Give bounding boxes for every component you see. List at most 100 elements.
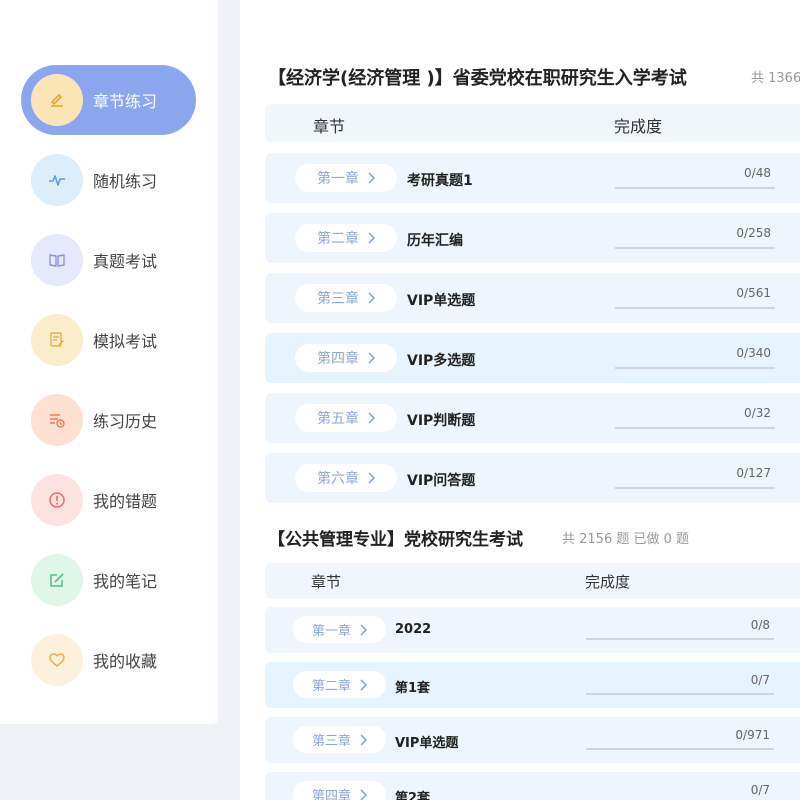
progress-count: 0/561 [736, 286, 771, 300]
chapter-row[interactable]: 第四章 VIP多选题 0/340 [265, 333, 800, 383]
chapter-row[interactable]: 第五章 VIP判断题 0/32 [265, 393, 800, 443]
row-title: VIP单选题 [407, 293, 476, 309]
sidebar-item-label: 随机练习 [93, 172, 158, 191]
chapter-button[interactable]: 第二章 [293, 671, 386, 698]
progress-bar [615, 487, 775, 489]
sidebar-item-label: 模拟考试 [93, 332, 158, 351]
sidebar-item-chapter-practice[interactable]: 章节练习 [21, 65, 196, 135]
chapter-row[interactable]: 第三章 VIP单选题 0/561 [265, 273, 800, 323]
sidebar-item-history[interactable]: 练习历史 [21, 385, 196, 455]
chapter-label: 第二章 [311, 679, 351, 694]
progress-count: 0/7 [750, 783, 770, 797]
progress-count: 0/48 [744, 166, 771, 180]
row-title: VIP判断题 [407, 413, 476, 429]
section-title: 【公共管理专业】党校研究生考试 [268, 530, 523, 550]
progress-count: 0/8 [750, 618, 770, 632]
sidebar-item-label: 练习历史 [93, 412, 158, 431]
chapter-button[interactable]: 第四章 [295, 344, 397, 372]
progress-count: 0/32 [744, 406, 771, 420]
progress-bar [586, 638, 774, 640]
table-header: 章节 完成度 [265, 563, 800, 599]
chevron-right-icon [360, 678, 367, 691]
chapter-label: 第四章 [311, 789, 351, 800]
sidebar-item-notes[interactable]: 我的笔记 [21, 545, 196, 615]
pencil-icon [31, 74, 83, 126]
section-title: 【经济学(经济管理 )】省委党校在职研究生入学考试 [268, 68, 687, 89]
progress-bar [615, 427, 775, 429]
chevron-right-icon [360, 623, 367, 636]
chevron-right-icon [368, 172, 375, 184]
row-title: 考研真题1 [407, 173, 473, 189]
sidebar-item-mock-exam[interactable]: 模拟考试 [21, 305, 196, 375]
chevron-right-icon [368, 232, 375, 244]
chapter-label: 第二章 [317, 231, 359, 247]
sidebar-item-label: 真题考试 [93, 252, 158, 271]
progress-bar [615, 247, 775, 249]
chapter-row[interactable]: 第一章 考研真题1 0/48 [265, 153, 800, 203]
sidebar: 章节练习 随机练习 真题考试 模拟考试 练习历史 我的错题 我的笔记 我的收藏 [0, 0, 218, 724]
column-header-progress: 完成度 [614, 117, 663, 136]
progress-bar [586, 748, 774, 750]
book-icon [31, 234, 83, 286]
chapter-row[interactable]: 第六章 VIP问答题 0/127 [265, 453, 800, 503]
row-title: VIP单选题 [395, 736, 459, 751]
column-header-chapter: 章节 [313, 117, 346, 136]
chapter-label: 第三章 [311, 734, 351, 749]
chevron-right-icon [368, 292, 375, 304]
chapter-row[interactable]: 第一章 2022 0/8 [265, 607, 800, 653]
chevron-right-icon [368, 352, 375, 364]
heart-icon [31, 634, 83, 686]
progress-count: 0/258 [736, 226, 771, 240]
progress-bar [615, 187, 775, 189]
warning-icon [31, 474, 83, 526]
table-header: 章节 完成度 [265, 104, 800, 142]
chapter-label: 第一章 [311, 624, 351, 639]
chapter-row[interactable]: 第二章 历年汇编 0/258 [265, 213, 800, 263]
row-title: 2022 [395, 622, 432, 637]
chevron-right-icon [368, 412, 375, 424]
progress-bar [586, 693, 774, 695]
chapter-button[interactable]: 第五章 [295, 404, 397, 432]
progress-count: 0/971 [735, 728, 770, 742]
row-title: VIP多选题 [407, 353, 476, 369]
chapter-button[interactable]: 第二章 [295, 224, 397, 252]
chapter-button[interactable]: 第一章 [295, 164, 397, 192]
chevron-right-icon [368, 472, 375, 484]
sidebar-item-label: 章节练习 [93, 92, 158, 111]
sidebar-item-random-practice[interactable]: 随机练习 [21, 145, 196, 215]
progress-count: 0/340 [736, 346, 771, 360]
chapter-label: 第三章 [317, 291, 359, 307]
sidebar-item-wrong-questions[interactable]: 我的错题 [21, 465, 196, 535]
column-header-progress: 完成度 [585, 573, 631, 591]
row-title: 第1套 [395, 681, 431, 696]
chevron-right-icon [360, 788, 367, 800]
chapter-button[interactable]: 第六章 [295, 464, 397, 492]
chapter-label: 第一章 [317, 171, 359, 187]
main-panel: 【经济学(经济管理 )】省委党校在职研究生入学考试 共 1366 章节 完成度 … [240, 0, 800, 800]
pulse-icon [31, 154, 83, 206]
chapter-label: 第五章 [317, 411, 359, 427]
sidebar-item-real-exam[interactable]: 真题考试 [21, 225, 196, 295]
row-title: VIP问答题 [407, 473, 476, 489]
chapter-button[interactable]: 第四章 [293, 781, 386, 800]
chevron-right-icon [360, 733, 367, 746]
edit-note-icon [31, 314, 83, 366]
chapter-row[interactable]: 第二章 第1套 0/7 [265, 662, 800, 708]
chapter-label: 第四章 [317, 351, 359, 367]
history-list-icon [31, 394, 83, 446]
chapter-label: 第六章 [317, 471, 359, 487]
sidebar-item-label: 我的笔记 [93, 572, 158, 591]
chapter-button[interactable]: 第一章 [293, 616, 386, 643]
progress-count: 0/127 [736, 466, 771, 480]
progress-bar [615, 307, 775, 309]
chapter-button[interactable]: 第三章 [295, 284, 397, 312]
sidebar-item-favorites[interactable]: 我的收藏 [21, 625, 196, 695]
column-header-chapter: 章节 [311, 573, 342, 591]
row-title: 历年汇编 [407, 233, 463, 249]
section-question-count: 共 1366 [751, 71, 800, 86]
progress-count: 0/7 [750, 673, 770, 687]
chapter-row[interactable]: 第四章 第2套 0/7 [265, 772, 800, 800]
chapter-row[interactable]: 第三章 VIP单选题 0/971 [265, 717, 800, 763]
chapter-button[interactable]: 第三章 [293, 726, 386, 753]
edit-box-icon [31, 554, 83, 606]
